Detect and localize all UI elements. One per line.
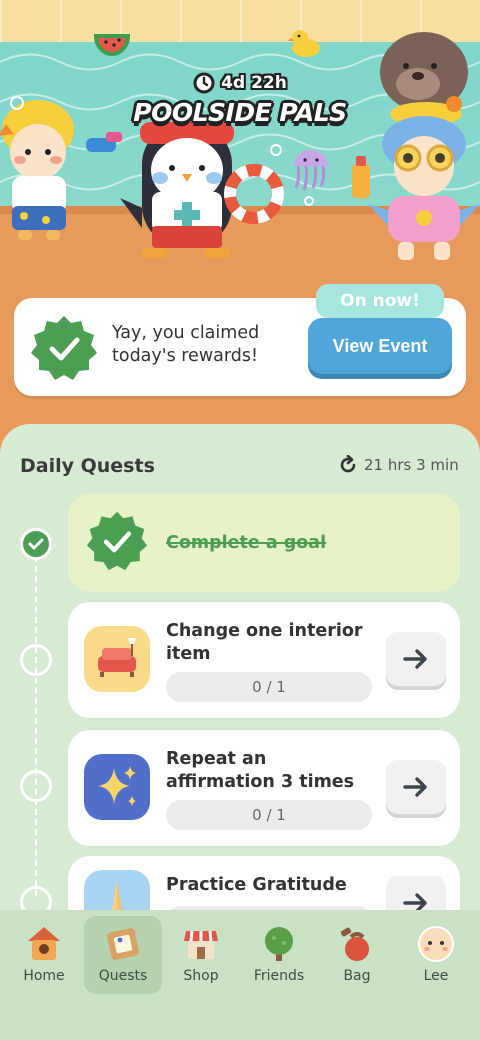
refresh-time-text: 21 hrs 3 min — [364, 456, 459, 474]
quest-go-button[interactable] — [386, 760, 446, 814]
nav-label: Quests — [98, 968, 148, 984]
event-title: POOLSIDE PALS — [133, 98, 347, 127]
avatar-icon — [416, 924, 456, 964]
nav-quests[interactable]: Quests — [84, 916, 162, 994]
quest-go-button[interactable] — [386, 632, 446, 686]
shop-icon — [181, 924, 221, 964]
on-now-badge: On now! — [316, 284, 444, 318]
view-event-button[interactable]: View Event — [308, 318, 452, 374]
quest-progress: 0 / 1 — [166, 800, 372, 830]
penguin-lifeguard-character — [120, 122, 284, 258]
checkmark-badge-icon — [31, 316, 97, 380]
checkmark-badge-icon — [86, 511, 148, 571]
quest-card-complete-goal[interactable]: Complete a goal — [68, 494, 460, 592]
tree-icon — [259, 924, 299, 964]
nav-shop[interactable]: Shop — [162, 916, 240, 994]
event-timer-text: 4d 22h — [221, 73, 287, 93]
rubber-duck-icon — [288, 30, 320, 57]
nav-label: Shop — [183, 968, 219, 984]
event-timer: 4d 22h — [0, 72, 480, 94]
quest-title: Repeat an affirmation 3 times — [166, 749, 355, 792]
timeline-dot — [20, 644, 52, 676]
nav-profile[interactable]: Lee — [397, 916, 475, 994]
sparkle-icon — [84, 754, 150, 820]
claim-message: Yay, you claimed today's rewards! — [112, 323, 260, 366]
nav-home[interactable]: Home — [5, 916, 83, 994]
quest-title: Change one interior item — [166, 621, 363, 664]
timeline-dot-done — [20, 528, 52, 560]
bubble — [304, 196, 314, 206]
quest-timeline — [35, 556, 37, 896]
clock-icon — [193, 72, 215, 94]
birdhouse-icon — [24, 924, 64, 964]
sunglasses-character — [368, 116, 480, 260]
nav-label: Bag — [343, 968, 371, 984]
bag-icon — [337, 924, 377, 964]
nav-bag[interactable]: Bag — [318, 916, 396, 994]
nav-label: Friends — [253, 968, 305, 984]
quest-card-affirmation[interactable]: Repeat an affirmation 3 times 0 / 1 — [68, 730, 460, 846]
check-icon — [28, 538, 44, 550]
timeline-dot — [20, 770, 52, 802]
jellyfish-character — [294, 150, 328, 191]
nav-label: Home — [23, 968, 65, 984]
refresh-icon — [340, 455, 356, 473]
quest-title: Practice Gratitude — [166, 875, 347, 895]
quest-title: Complete a goal — [166, 533, 327, 553]
quest-board-icon — [103, 924, 143, 964]
quest-card-interior-item[interactable]: Change one interior item 0 / 1 — [68, 602, 460, 718]
quest-progress: 0 / 1 — [166, 672, 372, 702]
daily-quests-title: Daily Quests — [20, 455, 155, 477]
sofa-icon — [84, 626, 150, 692]
event-banner[interactable]: 4d 22h POOLSIDE PALS — [0, 0, 480, 300]
arrow-right-icon — [403, 777, 427, 797]
nav-label: Lee — [423, 968, 449, 984]
bubble — [270, 144, 282, 156]
nav-friends[interactable]: Friends — [240, 916, 318, 994]
arrow-right-icon — [403, 649, 427, 669]
watermelon-icon — [94, 34, 130, 56]
quest-refresh-timer: 21 hrs 3 min — [338, 455, 459, 475]
